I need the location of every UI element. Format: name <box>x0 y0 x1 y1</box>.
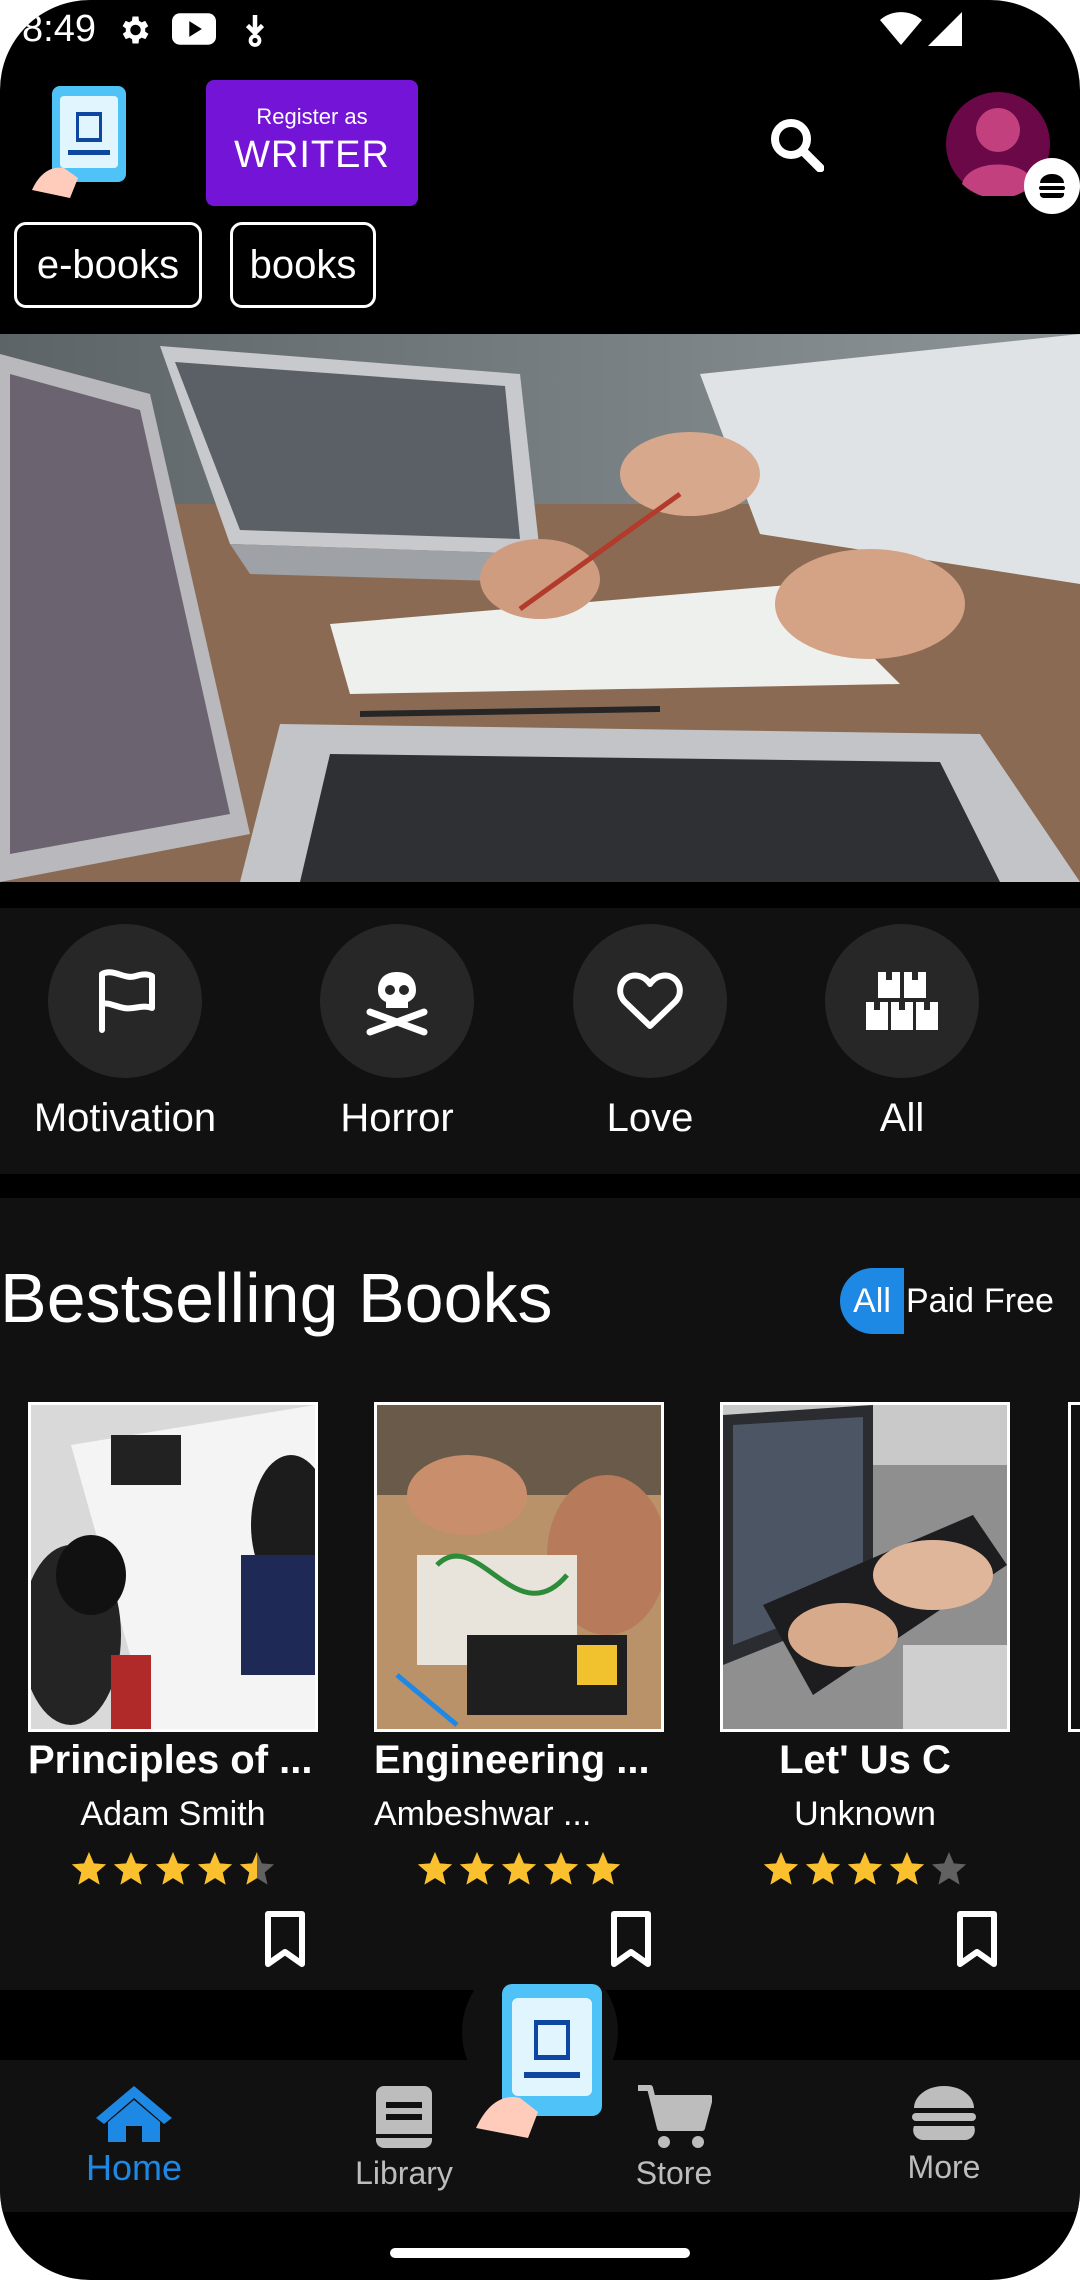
category-motivation-circle <box>48 924 202 1078</box>
nav-home[interactable]: Home <box>34 2084 234 2189</box>
category-motivation[interactable]: Motivation <box>15 924 235 1141</box>
book-title: Engineering ... <box>374 1738 650 1782</box>
signal-icon <box>928 12 962 46</box>
book-cover[interactable] <box>28 1402 318 1732</box>
chip-ebooks[interactable]: e-books <box>14 222 202 308</box>
filter-free[interactable]: Free <box>984 1268 1054 1334</box>
menu-badge[interactable] <box>1024 158 1080 214</box>
category-all-circle <box>825 924 979 1078</box>
star-fill-icon <box>585 1852 621 1885</box>
star-fill-icon <box>763 1852 799 1885</box>
book-cover[interactable] <box>374 1402 664 1732</box>
category-all-label: All <box>879 1096 925 1140</box>
banner-image[interactable] <box>0 334 1080 882</box>
flag-icon <box>99 969 155 1033</box>
nav-library-label: Library <box>355 2155 453 2191</box>
book-icon <box>376 2086 432 2148</box>
status-time: 8:49 <box>22 8 96 50</box>
rating-stars <box>71 1852 275 1885</box>
nav-more[interactable]: More <box>844 2084 1044 2186</box>
star-icon <box>931 1852 967 1885</box>
category-horror-label: Horror <box>340 1096 454 1140</box>
nav-store-label: Store <box>635 2155 713 2191</box>
category-motivation-label: Motivation <box>33 1096 217 1140</box>
rating-stars <box>417 1852 621 1885</box>
boxes-icon <box>866 972 938 1030</box>
register-small-label: Register as <box>256 104 368 129</box>
book-card[interactable]: Principles of ... Adam Smith <box>28 1402 318 1834</box>
category-love[interactable]: Love <box>540 924 760 1141</box>
home-icon <box>96 2086 172 2142</box>
star-fill-icon <box>847 1852 883 1885</box>
app-screen: 8:49 Register as WRITER e-books books Mo… <box>0 0 1080 2280</box>
category-row: Motivation Horror Love All <box>0 908 1080 1174</box>
register-writer-button[interactable]: Register as WRITER <box>206 80 418 206</box>
category-love-label: Love <box>606 1096 694 1140</box>
star-fill-icon <box>71 1852 107 1885</box>
star-fill-icon <box>889 1852 925 1885</box>
gear-icon <box>122 16 149 44</box>
book-author: Ambeshwar ... <box>374 1795 592 1833</box>
star-fill-icon <box>113 1852 149 1885</box>
laptops-on-desk-photo <box>0 334 1080 882</box>
star-fill-icon <box>501 1852 537 1885</box>
book-cover[interactable] <box>720 1402 1010 1732</box>
skull-crossbones-icon <box>366 972 428 1036</box>
filter-paid[interactable]: Paid <box>906 1268 974 1334</box>
app-logo[interactable] <box>30 82 130 200</box>
download-icon <box>245 15 265 47</box>
star-fill-icon <box>459 1852 495 1885</box>
star-fill-icon <box>197 1852 233 1885</box>
book-card[interactable]: Let' Us C Unknown <box>720 1402 1010 1834</box>
category-love-circle <box>573 924 727 1078</box>
rating-stars <box>763 1852 967 1885</box>
star-fill-icon <box>543 1852 579 1885</box>
book-author: Adam Smith <box>80 1795 266 1833</box>
nav-more-label: More <box>907 2149 981 2185</box>
bookmark-icon[interactable] <box>608 1910 654 1968</box>
bookmark-icon[interactable] <box>262 1910 308 1968</box>
book-cover-image <box>377 1405 661 1729</box>
category-horror-circle <box>320 924 474 1078</box>
book-author: Unknown <box>794 1795 936 1833</box>
reading-phone-logo[interactable] <box>474 1980 610 2140</box>
book-card[interactable]: Engineering ... Ambeshwar ... <box>374 1402 664 1834</box>
book-title: Let' Us C <box>779 1738 951 1782</box>
book-title: Principles of ... <box>28 1738 313 1782</box>
search-icon[interactable] <box>768 116 824 172</box>
chip-books[interactable]: books <box>230 222 376 308</box>
nav-home-label: Home <box>85 2147 183 2188</box>
section-title: Bestselling Books <box>0 1259 553 1337</box>
wifi-icon <box>880 12 922 45</box>
cart-icon <box>638 2085 713 2148</box>
register-big-label: WRITER <box>234 134 390 176</box>
heart-icon <box>617 972 683 1029</box>
reading-phone-logo <box>32 86 126 198</box>
next-book-cover-peek[interactable] <box>1068 1402 1080 1732</box>
youtube-icon <box>172 13 216 45</box>
filter-all[interactable]: All <box>840 1268 904 1334</box>
bookmark-icon[interactable] <box>954 1910 1000 1968</box>
star-fill-icon <box>805 1852 841 1885</box>
bestselling-section: Bestselling Books All Paid Free Principl… <box>0 1198 1080 1990</box>
category-horror[interactable]: Horror <box>287 924 507 1141</box>
gesture-home-bar[interactable] <box>390 2248 690 2258</box>
burger-icon <box>912 2086 976 2141</box>
book-cover-image <box>31 1405 315 1729</box>
book-cover-image <box>723 1405 1007 1729</box>
star-fill-icon <box>417 1852 453 1885</box>
status-bar: 8:49 <box>0 0 1080 62</box>
burger-menu-icon <box>1039 174 1065 199</box>
category-all[interactable]: All <box>792 924 1012 1141</box>
star-fill-icon <box>155 1852 191 1885</box>
